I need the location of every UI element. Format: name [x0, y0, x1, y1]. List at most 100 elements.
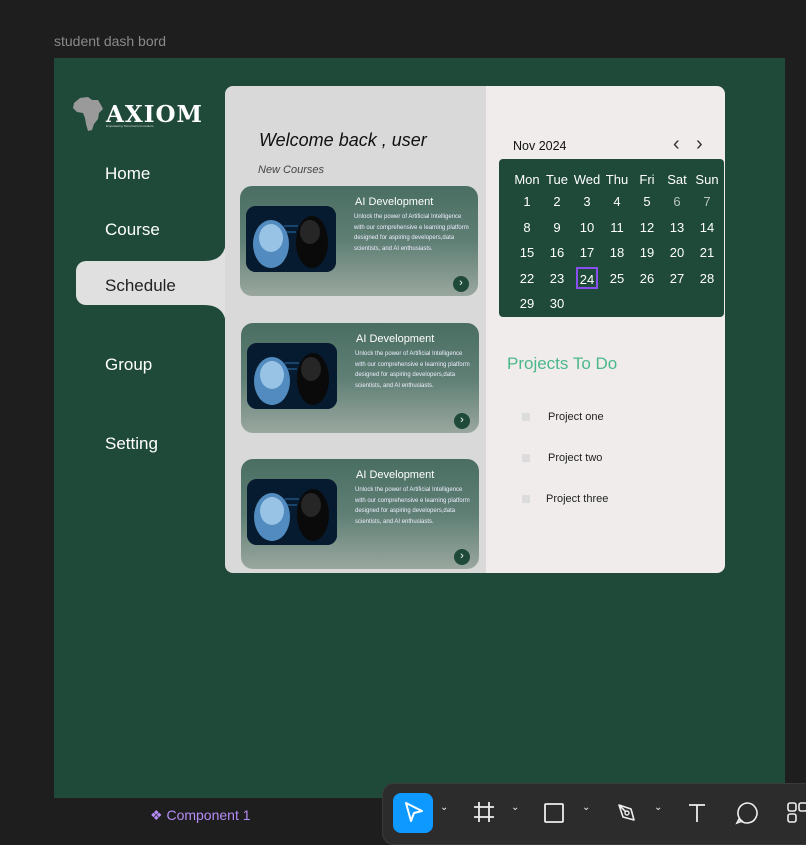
project-label: Project one [548, 411, 604, 423]
checkbox[interactable] [522, 413, 530, 421]
project-label: Project three [546, 493, 609, 505]
calendar-day[interactable]: 4 [602, 189, 632, 215]
calendar-day[interactable]: 14 [692, 215, 722, 241]
calendar-day[interactable]: 27 [662, 266, 692, 292]
weekday-header: Sat [667, 171, 687, 187]
calendar-day-number: 3 [583, 194, 591, 210]
calendar-day-number: 17 [579, 245, 595, 261]
frame-label[interactable]: student dash bord [54, 33, 166, 49]
course-card[interactable]: AI Development Unlock the power of Artif… [240, 186, 478, 296]
course-image [247, 343, 337, 409]
rectangle-icon[interactable] [543, 802, 565, 824]
calendar: Mon Tue Wed Thu Fri Sat Sun 1 2 3 4 5 6 7 8 9 10 11 12 13 14… [499, 159, 724, 317]
project-item[interactable]: Project three [522, 493, 608, 505]
weekday-header: Wed [573, 171, 601, 187]
calendar-month: Nov 2024 [513, 139, 567, 153]
chevron-right-icon[interactable]: › [454, 549, 470, 565]
calendar-day[interactable]: 12 [632, 215, 662, 241]
chevron-down-icon[interactable]: ⌄ [440, 802, 448, 813]
calendar-day[interactable]: 7 [692, 189, 722, 215]
weekday-header: Thu [605, 171, 629, 187]
calendar-day[interactable]: 9 [542, 215, 572, 241]
calendar-day-number: 26 [639, 270, 655, 286]
calendar-empty-cell [662, 291, 692, 317]
text-icon[interactable] [686, 802, 708, 824]
calendar-day[interactable]: 2 [542, 189, 572, 215]
calendar-day[interactable]: 25 [602, 266, 632, 292]
calendar-day[interactable]: 15 [512, 240, 542, 266]
logo: AXIOM Empowering Tomorrow's Innovators [72, 96, 203, 132]
calendar-day-number: 28 [699, 270, 715, 286]
calendar-day-number: 18 [609, 245, 625, 261]
comment-icon[interactable] [735, 801, 759, 825]
project-item[interactable]: Project two [522, 452, 602, 464]
calendar-day-number: 23 [549, 270, 565, 286]
chevron-right-icon[interactable]: › [453, 276, 469, 292]
calendar-day[interactable]: 26 [632, 266, 662, 292]
calendar-day-number: 6 [673, 194, 681, 210]
calendar-day-number: 9 [553, 219, 561, 235]
course-description: Unlock the power of Artificial Intellige… [354, 214, 469, 252]
checkbox[interactable] [522, 454, 530, 462]
pen-icon[interactable] [615, 801, 637, 823]
student-dashboard-frame[interactable]: AXIOM Empowering Tomorrow's Innovators H… [54, 58, 785, 798]
chevron-down-icon[interactable]: ⌄ [582, 802, 590, 813]
actions-icon[interactable] [786, 801, 806, 825]
calendar-day-selected[interactable]: 24 [572, 266, 602, 292]
calendar-day-number: 22 [519, 270, 535, 286]
course-card[interactable]: AI Development Unlock the power of Artif… [241, 323, 479, 433]
chevron-down-icon[interactable]: ⌄ [511, 802, 519, 813]
calendar-day-number: 15 [519, 245, 535, 261]
calendar-day[interactable]: 22 [512, 266, 542, 292]
calendar-day[interactable]: 29 [512, 291, 542, 317]
move-tool-button[interactable] [393, 793, 433, 833]
calendar-day[interactable]: 6 [662, 189, 692, 215]
chevron-left-icon[interactable]: ‹ [673, 133, 680, 156]
frame-icon[interactable] [473, 801, 495, 823]
course-title: AI Development [355, 196, 434, 208]
calendar-day[interactable]: 23 [542, 266, 572, 292]
project-item[interactable]: Project one [522, 411, 604, 423]
calendar-day[interactable]: 16 [542, 240, 572, 266]
calendar-empty-cell [572, 291, 602, 317]
calendar-day[interactable]: 1 [512, 189, 542, 215]
calendar-empty-cell [692, 291, 722, 317]
chevron-down-icon[interactable]: ⌄ [654, 802, 662, 813]
calendar-empty-cell [602, 291, 632, 317]
nav-course[interactable]: Course [105, 220, 160, 240]
course-title: AI Development [356, 333, 435, 345]
nav-group[interactable]: Group [105, 355, 152, 375]
checkbox[interactable] [522, 495, 530, 503]
calendar-day[interactable]: 18 [602, 240, 632, 266]
calendar-day[interactable]: 10 [572, 215, 602, 241]
calendar-day[interactable]: 13 [662, 215, 692, 241]
calendar-day-number: 10 [579, 219, 595, 235]
calendar-day[interactable]: 17 [572, 240, 602, 266]
calendar-day-number: 8 [523, 219, 531, 235]
calendar-day[interactable]: 8 [512, 215, 542, 241]
component-label[interactable]: ❖ Component 1 [150, 807, 251, 824]
course-card[interactable]: AI Development Unlock the power of Artif… [241, 459, 479, 569]
calendar-day[interactable]: 5 [632, 189, 662, 215]
chevron-right-icon[interactable]: › [454, 413, 470, 429]
calendar-day[interactable]: 3 [572, 189, 602, 215]
weekday-header: Sun [695, 171, 719, 187]
calendar-day-number: 4 [613, 194, 621, 210]
chevron-right-icon[interactable]: › [696, 133, 703, 156]
calendar-day[interactable]: 28 [692, 266, 722, 292]
weekday-header: Tue [546, 171, 568, 187]
calendar-day[interactable]: 21 [692, 240, 722, 266]
nav-setting[interactable]: Setting [105, 434, 158, 454]
design-toolbar: ⌄ ⌄ ⌄ ⌄ [382, 783, 806, 845]
calendar-day[interactable]: 30 [542, 291, 572, 317]
calendar-day-number: 25 [609, 270, 625, 286]
course-title: AI Development [356, 469, 435, 481]
nav-home[interactable]: Home [105, 164, 150, 184]
calendar-day[interactable]: 11 [602, 215, 632, 241]
calendar-day-number: 5 [643, 194, 651, 210]
nav-schedule[interactable]: Schedule [105, 276, 176, 296]
calendar-day[interactable]: 20 [662, 240, 692, 266]
calendar-day[interactable]: 19 [632, 240, 662, 266]
cursor-arrow-icon [405, 802, 423, 822]
calendar-day-number: 27 [669, 270, 685, 286]
